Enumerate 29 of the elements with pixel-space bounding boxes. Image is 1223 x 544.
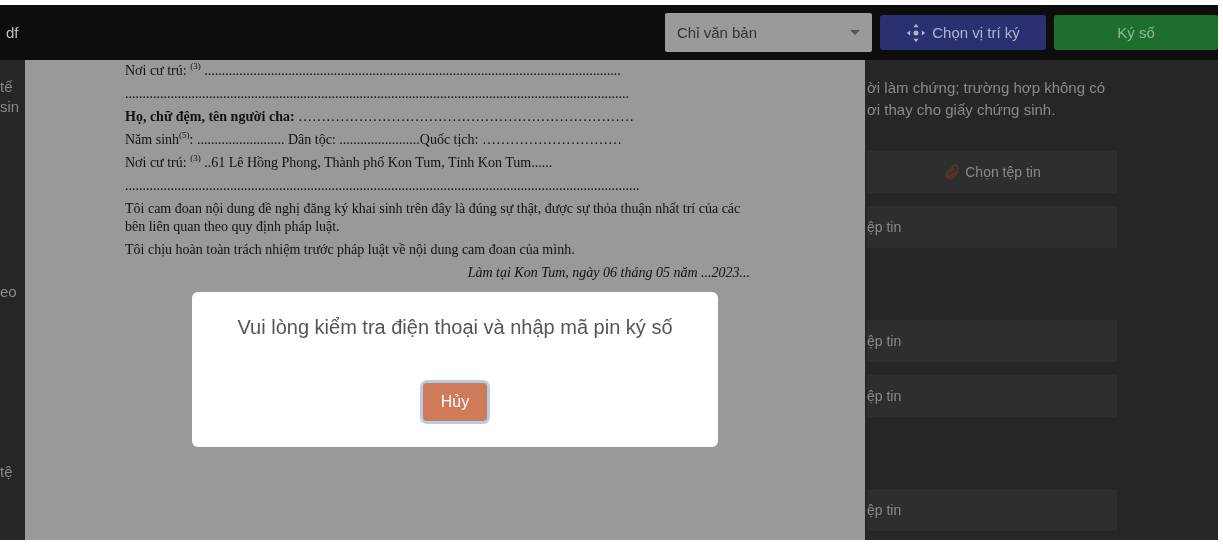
document-line: Nơi cư trú: $^{(3)}$ ....................................................................................................................... <box>125 62 622 80</box>
scope-dropdown[interactable]: Chỉ văn bản <box>665 13 872 52</box>
paperclip-icon <box>943 163 962 181</box>
note-text: ời làm chứng; trường hợp không có <box>867 78 1107 98</box>
file-picker-button[interactable]: ệp tin <box>867 320 1117 362</box>
form-label: eo <box>0 282 18 302</box>
file-picker-button[interactable]: ệp tin <box>867 375 1117 417</box>
file-picker-button[interactable]: Chọn tệp tin <box>867 151 1117 193</box>
document-line: Tôi cam đoan nội dung đề nghị đăng ký khai sinh trên đây là đúng sự thật, được sự thỏa thuận nhất trí của các bên liên quan theo quy định pháp luật. <box>125 200 742 236</box>
document-line: Họ, chữ đệm, tên người cha: ……………………………………………………………… <box>125 108 636 126</box>
position-button[interactable]: Chọn vị trí ký <box>880 15 1046 50</box>
document-line: Tôi chịu hoàn toàn trách nhiệm trước pháp luật về nội dung cam đoan của mình. <box>125 241 576 259</box>
file-picker-button[interactable]: ệp tin <box>867 206 1117 248</box>
document-line: ................................................................................................................................................... <box>125 177 641 195</box>
document-line: Năm sinh$^{(5)}$: ......................... Dân tộc: .......................Quốc tịch: ………………………… <box>125 131 623 149</box>
form-label: sin <box>0 97 21 117</box>
signature-line: Làm tại Kon Tum, ngày 06 tháng 05 năm ...2023... <box>467 264 750 282</box>
form-label: tế <box>0 77 14 97</box>
form-label: tệ <box>0 462 14 482</box>
cancel-button[interactable]: Hủy <box>423 383 487 421</box>
file-title: df <box>6 24 20 41</box>
move-icon <box>906 22 927 43</box>
caret-icon <box>850 30 860 35</box>
sign-button[interactable]: Ký số <box>1054 15 1218 50</box>
document-line: Nơi cư trú: $^{(3)}$ ..61 Lê Hồng Phong, Thành phố Kon Tum, Tỉnh Kon Tum...... <box>125 154 554 172</box>
document-line: ................................................................................................................................................ <box>125 85 630 103</box>
dialog-message: Vui lòng kiểm tra điện thoại và nhập mã pin ký số <box>237 316 673 339</box>
file-picker-button[interactable]: ệp tin <box>867 489 1117 531</box>
note-text: ơi thay cho giấy chứng sinh. <box>867 100 1057 120</box>
